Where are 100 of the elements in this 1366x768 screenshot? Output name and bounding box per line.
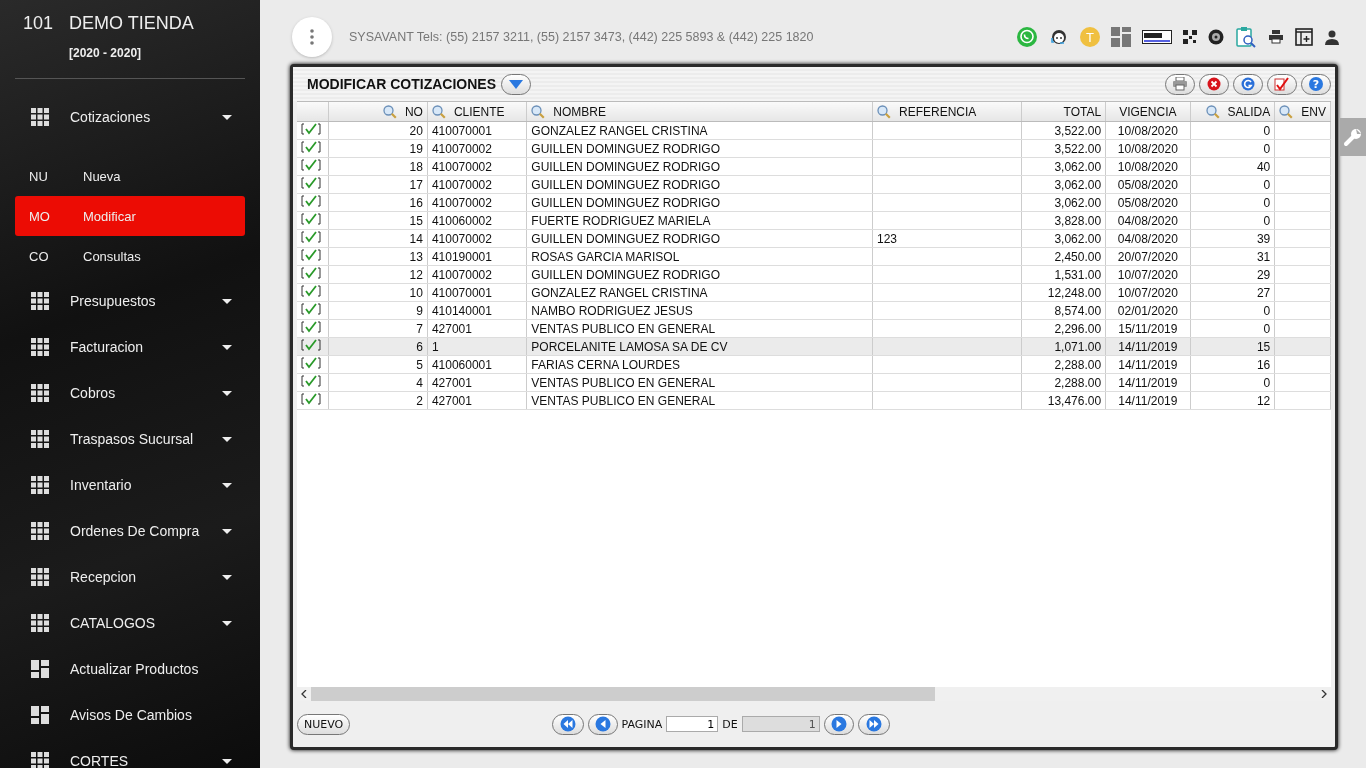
reload-button[interactable]	[1233, 73, 1263, 95]
checkbox-icon[interactable]	[301, 249, 321, 261]
menu-item[interactable]: Cotizaciones	[0, 94, 260, 140]
menu-item[interactable]: Traspasos Sucursal	[0, 416, 260, 462]
settings-tab[interactable]	[1340, 118, 1366, 156]
checkbox-icon[interactable]	[301, 285, 321, 297]
checkbox-icon[interactable]	[301, 195, 321, 207]
checkbox-icon[interactable]	[301, 159, 321, 171]
column-header[interactable]: SALIDA	[1190, 102, 1275, 122]
submenu-item[interactable]: MO Modificar	[15, 196, 245, 236]
menu-item[interactable]: Ordenes De Compra	[0, 508, 260, 554]
checkbox-icon[interactable]	[301, 141, 321, 153]
add-layout-icon[interactable]	[1295, 28, 1313, 46]
qr-code-icon[interactable]	[1183, 30, 1197, 44]
table-cell: 16	[1256, 357, 1271, 372]
table-cell: 410070002	[431, 177, 492, 192]
table-cell: 12,248.00	[1047, 285, 1102, 300]
table-cell: 410060001	[431, 357, 492, 372]
submenu-item[interactable]: CO Consultas	[15, 236, 245, 276]
menu-item[interactable]: Inventario	[0, 462, 260, 508]
table-cell: 14	[409, 231, 423, 246]
checkbox-icon[interactable]	[301, 177, 321, 189]
search-icon[interactable]	[1279, 104, 1294, 119]
page-label: PAGINA	[621, 717, 663, 731]
dropdown-button[interactable]	[501, 73, 531, 95]
chat-icon[interactable]	[1016, 26, 1038, 48]
checkbox-icon[interactable]	[301, 357, 321, 369]
menu-item[interactable]: Recepcion	[0, 554, 260, 600]
table-cell: 0	[1263, 141, 1271, 156]
tire-icon[interactable]	[1208, 29, 1224, 45]
menu-item[interactable]: Presupuestos	[0, 278, 260, 324]
checkbox-icon[interactable]	[301, 375, 321, 387]
table-cell: 17	[409, 177, 423, 192]
dashboard-icon[interactable]	[1111, 27, 1131, 47]
search-icon[interactable]	[877, 104, 891, 119]
table-cell: 3,522.00	[1054, 141, 1102, 156]
menu-item[interactable]: CORTES	[0, 738, 260, 768]
column-header[interactable]: NO	[328, 102, 428, 122]
checkbox-icon[interactable]	[301, 123, 321, 135]
close-button[interactable]	[1199, 73, 1229, 95]
table-cell: VENTAS PUBLICO EN GENERAL	[531, 375, 716, 390]
table-cell: 410070002	[431, 267, 492, 282]
printer-icon[interactable]	[1268, 30, 1284, 44]
user-icon[interactable]	[1324, 29, 1340, 45]
search-icon[interactable]	[531, 104, 546, 119]
table-cell: FARIAS CERNA LOURDES	[531, 357, 681, 372]
table-cell: 4	[416, 375, 423, 390]
column-header[interactable]: VIGENCIA	[1105, 102, 1191, 122]
table-cell: 10	[409, 285, 423, 300]
last-page-button[interactable]	[857, 713, 890, 735]
clipboard-search-icon[interactable]	[1235, 26, 1257, 48]
previous-page-button[interactable]	[587, 713, 618, 735]
search-icon[interactable]	[1205, 104, 1220, 119]
menu-item[interactable]: Facturacion	[0, 324, 260, 370]
table-cell: GONZALEZ RANGEL CRISTINA	[531, 285, 708, 300]
checkbox-icon[interactable]	[301, 393, 321, 405]
checkbox-icon[interactable]	[301, 321, 321, 333]
column-header[interactable]: TOTAL	[1021, 102, 1106, 122]
search-icon[interactable]	[431, 104, 446, 119]
store-number: 101	[23, 13, 54, 34]
first-page-button[interactable]	[551, 713, 584, 735]
table-cell: 427001	[431, 321, 472, 336]
table-cell: VENTAS PUBLICO EN GENERAL	[531, 393, 716, 408]
total-pages-field: 1	[741, 716, 820, 732]
checkbox-icon[interactable]	[301, 231, 321, 243]
checkbox-icon[interactable]	[301, 213, 321, 225]
help-button[interactable]: ?	[1301, 73, 1331, 95]
scrollbar-thumb[interactable]	[311, 687, 935, 701]
submenu-item[interactable]: NU Nueva	[15, 156, 245, 196]
more-menu-button[interactable]	[292, 17, 332, 57]
table-cell: 1,071.00	[1054, 339, 1102, 354]
table-cell: 6	[416, 339, 423, 354]
printer-icon	[1172, 77, 1188, 91]
menu-item[interactable]: Cobros	[0, 370, 260, 416]
menu-item[interactable]: CATALOGOS	[0, 600, 260, 646]
column-header[interactable]: CLIENTE	[427, 102, 527, 122]
next-page-button[interactable]	[823, 713, 854, 735]
menu-item[interactable]: Actualizar Productos	[0, 646, 260, 692]
table-cell: 2,288.00	[1054, 375, 1102, 390]
approve-button[interactable]	[1267, 73, 1297, 95]
more-vertical-icon	[310, 29, 314, 45]
column-header[interactable]: NOMBRE	[526, 102, 873, 122]
table-cell: 13,476.00	[1047, 393, 1102, 408]
column-header[interactable]: ENV	[1274, 102, 1331, 122]
search-icon[interactable]	[382, 104, 397, 119]
table-cell: 05/08/2020	[1117, 195, 1178, 210]
page-field[interactable]: 1	[666, 716, 719, 732]
table-cell: 13	[409, 249, 423, 264]
checkbox-icon[interactable]	[301, 267, 321, 279]
column-header[interactable]: REFERENCIA	[872, 102, 1022, 122]
tiles-icon	[31, 706, 49, 724]
table-cell: 20	[409, 123, 423, 138]
print-button[interactable]	[1165, 73, 1195, 95]
file-badge-icon[interactable]	[1142, 30, 1172, 44]
menu-item[interactable]: Avisos De Cambios	[0, 692, 260, 738]
support-agent-icon[interactable]	[1049, 27, 1069, 47]
checkbox-icon[interactable]	[301, 303, 321, 315]
table-cell: 31	[1256, 249, 1271, 264]
checkbox-icon[interactable]	[301, 339, 321, 351]
new-button[interactable]: NUEVO	[297, 713, 351, 735]
